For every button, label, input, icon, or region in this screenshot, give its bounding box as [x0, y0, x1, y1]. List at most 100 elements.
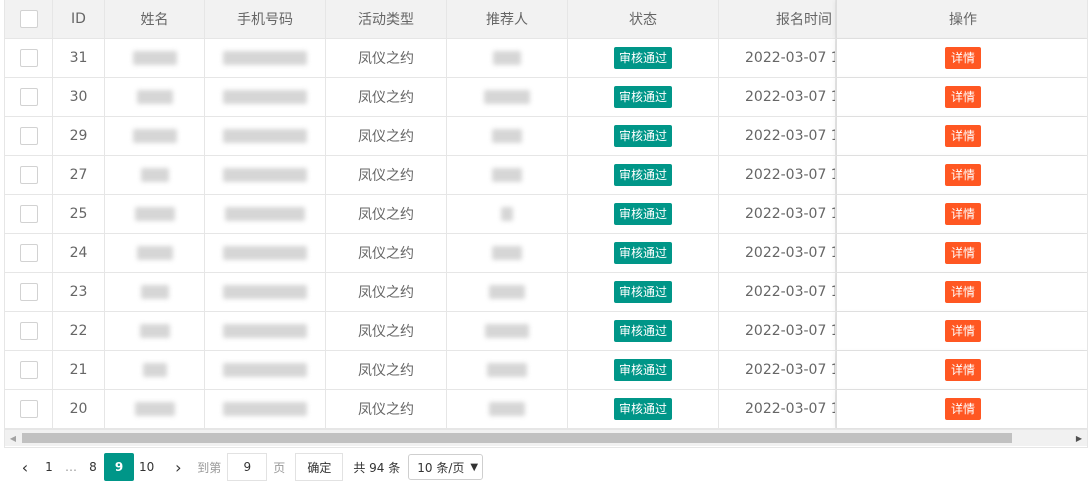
redacted-referrer [487, 363, 527, 377]
table-row: 29 凤仪之约 审核通过 2022-03-07 15 详情 [5, 117, 1087, 156]
table-header-row: ID 姓名 手机号码 活动类型 推荐人 状态 报名时间 操作 [5, 0, 1087, 39]
header-activity-type[interactable]: 活动类型 [326, 0, 447, 38]
redacted-phone [223, 90, 307, 104]
redacted-referrer [489, 402, 525, 416]
redacted-phone [223, 246, 307, 260]
redacted-referrer [492, 168, 522, 182]
detail-button[interactable]: 详情 [944, 86, 981, 108]
cell-id: 27 [53, 156, 105, 194]
row-checkbox-cell [5, 156, 53, 194]
table-row: 27 凤仪之约 审核通过 2022-03-07 15 详情 [5, 156, 1087, 195]
header-actions: 操作 [836, 0, 1087, 38]
header-signup-time[interactable]: 报名时间 [719, 0, 836, 38]
redacted-name [139, 324, 170, 338]
page-10[interactable]: 10 [134, 453, 159, 481]
cell-phone-redacted [205, 117, 326, 155]
row-checkbox[interactable] [19, 400, 38, 418]
page-size-value: 10 条/页 [417, 460, 465, 475]
detail-button[interactable]: 详情 [944, 47, 981, 69]
cell-referrer-redacted [447, 351, 568, 389]
cell-actions: 详情 [836, 351, 1087, 389]
page-size-select[interactable]: 10 条/页 ▼ [408, 454, 484, 480]
select-all-checkbox[interactable] [19, 10, 38, 28]
header-status[interactable]: 状态 [568, 0, 719, 38]
status-badge: 审核通过 [613, 242, 672, 264]
row-checkbox[interactable] [19, 361, 38, 379]
redacted-phone [223, 402, 307, 416]
scroll-left-icon[interactable]: ◀ [5, 430, 21, 446]
redacted-name [134, 207, 175, 221]
cell-phone-redacted [205, 156, 326, 194]
chevron-left-icon[interactable]: ‹ [12, 453, 38, 481]
table-row: 30 凤仪之约 审核通过 2022-03-07 16 详情 [5, 78, 1087, 117]
row-checkbox[interactable] [19, 205, 38, 223]
cell-signup-time: 2022-03-07 16 [719, 39, 836, 77]
row-checkbox[interactable] [19, 127, 38, 145]
cell-name-redacted [105, 390, 205, 428]
data-table: ID 姓名 手机号码 活动类型 推荐人 状态 报名时间 操作 31 凤仪之约 审核通… [4, 0, 1088, 448]
header-checkbox-cell [5, 0, 53, 38]
cell-status: 审核通过 [568, 195, 719, 233]
row-checkbox[interactable] [19, 88, 38, 106]
cell-activity-type: 凤仪之约 [326, 351, 447, 389]
row-checkbox[interactable] [19, 322, 38, 340]
page-9-current[interactable]: 9 [104, 453, 134, 481]
detail-button[interactable]: 详情 [944, 203, 981, 225]
cell-actions: 详情 [836, 39, 1087, 77]
cell-actions: 详情 [836, 195, 1087, 233]
page-8[interactable]: 8 [82, 453, 104, 481]
cell-signup-time: 2022-03-07 15 [719, 156, 836, 194]
cell-signup-time: 2022-03-07 14 [719, 234, 836, 272]
cell-id: 23 [53, 273, 105, 311]
status-badge: 审核通过 [613, 125, 672, 147]
detail-button[interactable]: 详情 [944, 242, 981, 264]
detail-button[interactable]: 详情 [944, 164, 981, 186]
goto-label: 到第 [197, 460, 222, 475]
table-row: 22 凤仪之约 审核通过 2022-03-07 14 详情 [5, 312, 1087, 351]
detail-button[interactable]: 详情 [944, 320, 981, 342]
status-badge: 审核通过 [613, 320, 672, 342]
status-badge: 审核通过 [613, 359, 672, 381]
detail-button[interactable]: 详情 [944, 398, 981, 420]
goto-page-input[interactable]: 9 [227, 453, 268, 481]
row-checkbox[interactable] [19, 283, 38, 301]
cell-activity-type: 凤仪之约 [326, 156, 447, 194]
status-badge: 审核通过 [613, 281, 672, 303]
cell-status: 审核通过 [568, 390, 719, 428]
cell-activity-type: 凤仪之约 [326, 195, 447, 233]
detail-button[interactable]: 详情 [944, 281, 981, 303]
page-1[interactable]: 1 [38, 453, 60, 481]
header-referrer[interactable]: 推荐人 [447, 0, 568, 38]
cell-id: 24 [53, 234, 105, 272]
chevron-right-icon[interactable]: › [165, 453, 191, 481]
table-row: 20 凤仪之约 审核通过 2022-03-07 14 详情 [5, 390, 1087, 429]
scrollbar-thumb[interactable] [22, 433, 1012, 443]
redacted-name [140, 168, 169, 182]
cell-actions: 详情 [836, 234, 1087, 272]
scroll-right-icon[interactable]: ▶ [1071, 430, 1087, 446]
cell-phone-redacted [205, 39, 326, 77]
row-checkbox[interactable] [19, 244, 38, 262]
table-row: 23 凤仪之约 审核通过 2022-03-07 14 详情 [5, 273, 1087, 312]
row-checkbox[interactable] [19, 166, 38, 184]
row-checkbox-cell [5, 312, 53, 350]
horizontal-scrollbar[interactable]: ◀ ▶ [5, 429, 1087, 446]
detail-button[interactable]: 详情 [944, 125, 981, 147]
cell-actions: 详情 [836, 78, 1087, 116]
cell-id: 31 [53, 39, 105, 77]
cell-name-redacted [105, 117, 205, 155]
cell-id: 20 [53, 390, 105, 428]
cell-name-redacted [105, 312, 205, 350]
redacted-name [142, 363, 167, 377]
detail-button[interactable]: 详情 [944, 359, 981, 381]
goto-confirm-button[interactable]: 确定 [295, 453, 344, 481]
cell-signup-time: 2022-03-07 14 [719, 390, 836, 428]
row-checkbox[interactable] [19, 49, 38, 67]
table-row: 25 凤仪之约 审核通过 2022-03-07 15 详情 [5, 195, 1087, 234]
header-id[interactable]: ID [53, 0, 105, 38]
cell-name-redacted [105, 156, 205, 194]
header-phone[interactable]: 手机号码 [205, 0, 326, 38]
redacted-phone [223, 324, 307, 338]
redacted-name [136, 246, 173, 260]
header-name[interactable]: 姓名 [105, 0, 205, 38]
